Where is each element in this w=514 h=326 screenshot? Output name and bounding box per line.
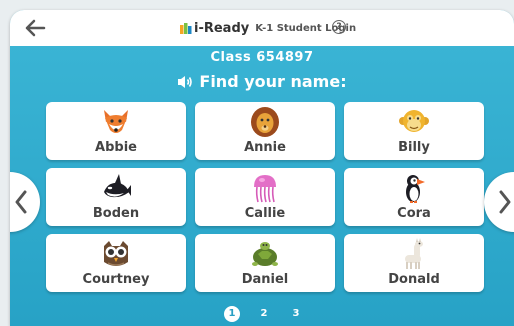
top-bar: i-Ready K-1 Student Login ? (10, 10, 514, 46)
student-card-daniel[interactable]: Daniel (195, 234, 335, 292)
student-card-boden[interactable]: Boden (46, 168, 186, 226)
find-name-prompt: Find your name: (10, 72, 514, 91)
page-1-button[interactable]: 1 (224, 306, 240, 322)
owl-icon (104, 241, 128, 266)
monkey-icon (399, 110, 429, 132)
next-page-button[interactable] (484, 172, 514, 232)
llama-icon (405, 238, 423, 269)
puffin-icon (406, 175, 425, 203)
previous-page-button[interactable] (10, 172, 40, 232)
fox-icon (104, 110, 128, 133)
student-card-abbie[interactable]: Abbie (46, 102, 186, 160)
student-name: Boden (92, 206, 140, 221)
student-name: Donald (388, 272, 440, 287)
student-name: Callie (244, 206, 286, 221)
orca-icon (104, 174, 131, 198)
chevron-right-icon (499, 190, 511, 214)
prompt-text: Find your name: (199, 72, 347, 91)
chevron-left-icon (15, 190, 27, 214)
student-card-callie[interactable]: Callie (195, 168, 335, 226)
student-card-courtney[interactable]: Courtney (46, 234, 186, 292)
student-card-cora[interactable]: Cora (344, 168, 484, 226)
student-name: Daniel (241, 272, 289, 287)
iready-logo-icon (180, 23, 192, 34)
speaker-icon[interactable] (177, 75, 193, 89)
student-card-billy[interactable]: Billy (344, 102, 484, 160)
class-label: Class 654897 (210, 50, 314, 65)
jellyfish-icon (254, 175, 276, 203)
brand-name: i-Ready (194, 20, 250, 36)
student-card-donald[interactable]: Donald (344, 234, 484, 292)
login-window: i-Ready K-1 Student Login ? Class 654897… (10, 10, 514, 326)
student-name: Annie (244, 140, 286, 155)
turtle-icon (252, 242, 278, 266)
student-name: Billy (398, 140, 430, 155)
student-name: Courtney (82, 272, 150, 287)
pagination: 1 2 3 (10, 306, 514, 324)
iready-logo: i-Ready K-1 Student Login (180, 19, 356, 37)
help-button[interactable]: ? (332, 20, 346, 34)
lion-icon (251, 107, 279, 137)
back-arrow-icon[interactable] (24, 18, 46, 38)
page-3-button[interactable]: 3 (288, 306, 304, 322)
page-2-button[interactable]: 2 (256, 306, 272, 322)
student-card-annie[interactable]: Annie (195, 102, 335, 160)
student-name: Abbie (95, 140, 137, 155)
student-name: Cora (397, 206, 431, 221)
